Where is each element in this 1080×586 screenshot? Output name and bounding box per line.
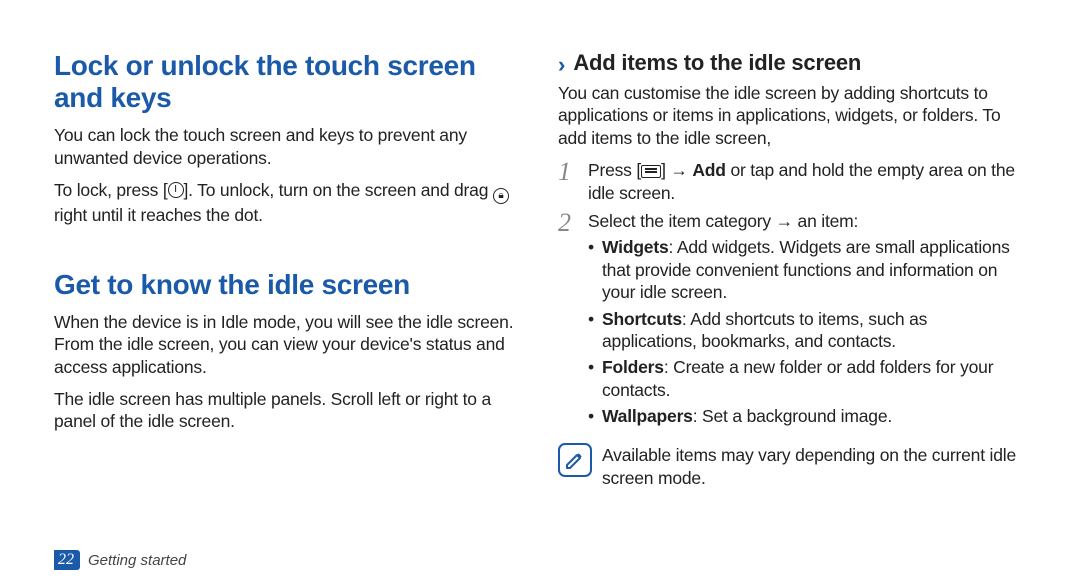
power-icon [168,182,184,198]
heading-idle-screen: Get to know the idle screen [54,269,522,301]
text-fragment: Press [ [588,160,641,180]
text-fragment: To lock, press [ [54,180,168,200]
bullet-folders: Folders: Create a new folder or add fold… [588,356,1026,401]
left-column: Lock or unlock the touch screen and keys… [54,50,522,566]
footer-section: Getting started [88,552,186,569]
heading-lock-unlock: Lock or unlock the touch screen and keys [54,50,522,114]
chevron-icon: › [558,54,565,76]
bold-add: Add [692,160,725,180]
step-body: Press [] → Add or tap and hold the empty… [588,159,1026,204]
para-idle-2: The idle screen has multiple panels. Scr… [54,388,522,433]
note-icon [558,443,592,477]
bullet-text: : Set a background image. [693,406,892,426]
step-body: Select the item category → an item: Widg… [588,210,1026,432]
step-line: Select the item category → an item: [588,210,1026,232]
bullet-wallpapers: Wallpapers: Set a background image. [588,405,1026,427]
manual-page: Lock or unlock the touch screen and keys… [0,0,1080,586]
text-fragment: right until it reaches the dot. [54,205,263,225]
page-number: 22 [54,550,80,570]
para-lock-intro: You can lock the touch screen and keys t… [54,124,522,169]
menu-key-icon [641,165,661,178]
note-block: Available items may vary depending on th… [558,443,1026,489]
bullet-label: Folders [602,357,664,377]
lock-icon: 🔒︎ [493,188,509,204]
bullet-widgets: Widgets: Add widgets. Widgets are small … [588,236,1026,303]
right-column: › Add items to the idle screen You can c… [558,50,1026,566]
note-text: Available items may vary depending on th… [602,443,1026,489]
text-fragment: ] → [661,160,692,180]
step-2: 2 Select the item category → an item: Wi… [558,210,1026,432]
step-number: 1 [558,159,576,204]
text-fragment: ]. To unlock, turn on the screen and dra… [184,180,493,200]
bullet-label: Widgets [602,237,669,257]
subheading-add-items: › Add items to the idle screen [558,50,1026,76]
para-add-intro: You can customise the idle screen by add… [558,82,1026,149]
bullet-shortcuts: Shortcuts: Add shortcuts to items, such … [588,308,1026,353]
step-number: 2 [558,210,576,432]
para-lock-howto: To lock, press [ ]. To unlock, turn on th… [54,179,522,226]
page-footer: 22 Getting started [54,550,186,570]
pencil-square-icon [563,448,587,472]
step-1: 1 Press [] → Add or tap and hold the emp… [558,159,1026,204]
subheading-text: Add items to the idle screen [573,50,861,76]
bullet-list: Widgets: Add widgets. Widgets are small … [588,236,1026,427]
para-idle-1: When the device is in Idle mode, you wil… [54,311,522,378]
bullet-label: Wallpapers [602,406,693,426]
bullet-label: Shortcuts [602,309,682,329]
